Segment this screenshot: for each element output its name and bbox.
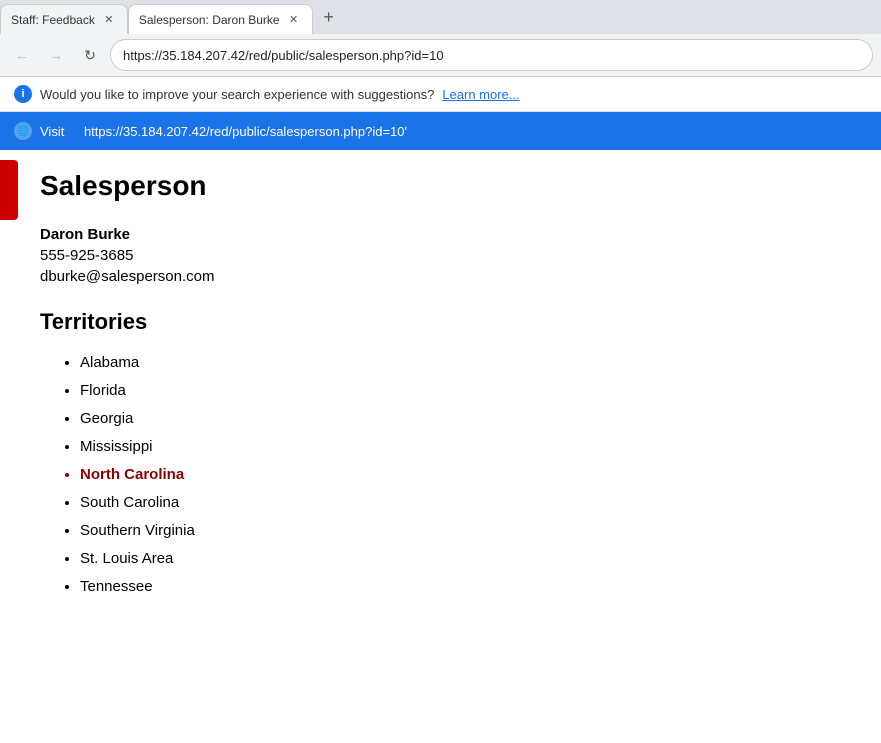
territory-item: Georgia [80,407,841,431]
back-button[interactable]: ← [8,41,36,69]
territories-title: Territories [40,309,841,335]
notification-bar: i Would you like to improve your search … [0,77,881,112]
tab-salesperson-label: Salesperson: Daron Burke [139,13,280,27]
address-bar-container[interactable] [110,39,873,71]
globe-icon: 🌐 [14,122,32,140]
url-suggestion-prefix: Visit [40,124,64,139]
territory-item: Florida [80,379,841,403]
url-suggestion-url: https://35.184.207.42/red/public/salespe… [84,124,407,139]
territory-item: South Carolina [80,491,841,515]
page-title: Salesperson [40,170,841,202]
territory-item: North Carolina [80,463,841,487]
tab-staff-feedback-label: Staff: Feedback [11,13,95,27]
address-input[interactable] [123,48,860,63]
salesperson-email: dburke@salesperson.com [40,268,841,285]
tab-bar: Staff: Feedback ✕ Salesperson: Daron Bur… [0,0,881,34]
territory-item: St. Louis Area [80,547,841,571]
address-bar-row: ← → ↻ [0,34,881,76]
notification-text: Would you like to improve your search ex… [40,87,434,102]
page-content: Salesperson Daron Burke 555-925-3685 dbu… [0,150,881,623]
salesperson-phone: 555-925-3685 [40,247,841,264]
salesperson-name: Daron Burke [40,226,841,243]
territory-item: Mississippi [80,435,841,459]
tab-salesperson-close[interactable]: ✕ [286,12,302,28]
url-suggestion[interactable]: 🌐 Visit https://35.184.207.42/red/public… [0,112,881,150]
reload-button[interactable]: ↻ [76,41,104,69]
territory-item: Alabama [80,351,841,375]
tab-staff-feedback-close[interactable]: ✕ [101,12,117,28]
tab-salesperson[interactable]: Salesperson: Daron Burke ✕ [128,4,313,34]
territory-item: Southern Virginia [80,519,841,543]
new-tab-button[interactable]: + [315,3,343,31]
learn-more-link[interactable]: Learn more... [442,87,519,102]
red-bar-decoration [0,160,18,220]
territory-item: Tennessee [80,575,841,599]
territories-list: Alabama Florida Georgia Mississippi North Ca… [40,351,841,599]
tab-staff-feedback[interactable]: Staff: Feedback ✕ [0,4,128,34]
browser-chrome: Staff: Feedback ✕ Salesperson: Daron Bur… [0,0,881,77]
info-icon: i [14,85,32,103]
forward-button[interactable]: → [42,41,70,69]
